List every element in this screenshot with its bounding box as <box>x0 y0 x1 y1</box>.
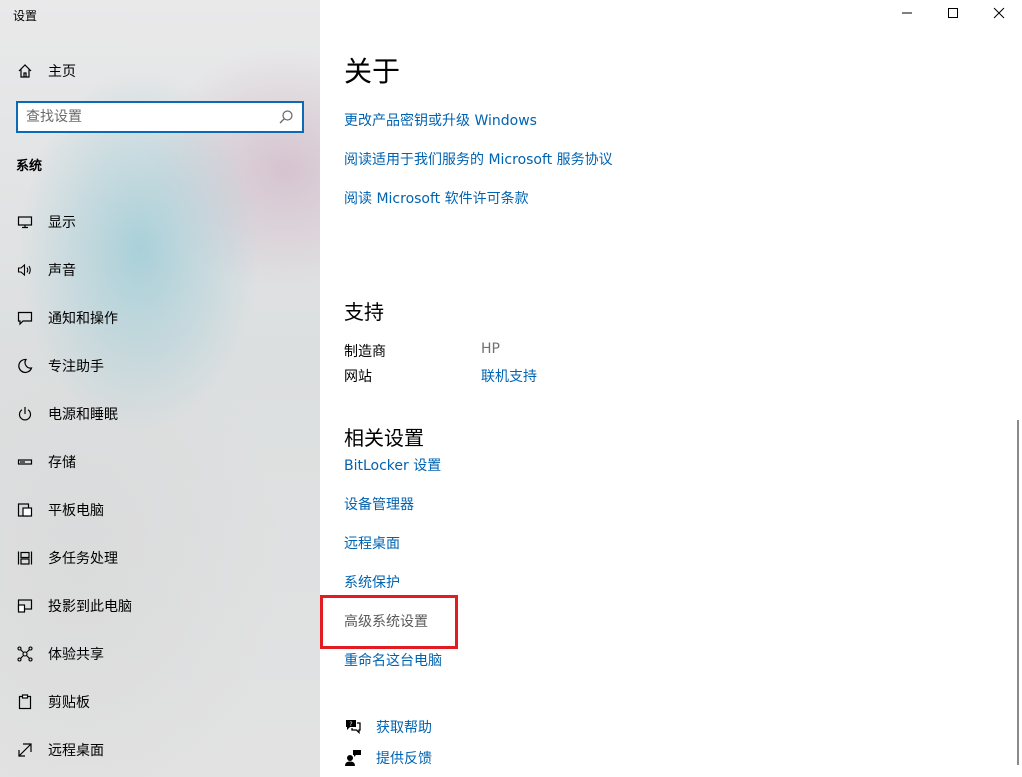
sidebar-item-label: 远程桌面 <box>48 743 104 759</box>
manufacturer-value: HP <box>481 341 500 357</box>
sidebar-item-label: 存储 <box>48 455 76 471</box>
sidebar-item-label: 通知和操作 <box>48 311 118 327</box>
bitlocker-settings-link[interactable]: BitLocker 设置 <box>344 455 441 475</box>
online-support-link[interactable]: 联机支持 <box>481 366 537 386</box>
sidebar-item-clipboard[interactable]: 剪贴板 <box>0 682 320 722</box>
moon-icon <box>16 357 34 375</box>
sidebar-item-sound[interactable]: 声音 <box>0 250 320 290</box>
tablet-icon <box>16 501 34 519</box>
get-help-label: 获取帮助 <box>376 720 432 736</box>
sidebar-item-label: 剪贴板 <box>48 695 90 711</box>
related-settings-heading: 相关设置 <box>344 426 424 450</box>
message-icon <box>16 309 34 327</box>
sidebar-item-label: 电源和睡眠 <box>48 407 118 423</box>
sidebar-item-display[interactable]: 显示 <box>0 202 320 242</box>
manufacturer-label: 制造商 <box>344 344 386 360</box>
multitask-icon <box>16 549 34 567</box>
search-icon[interactable] <box>278 109 294 125</box>
sidebar-item-label: 投影到此电脑 <box>48 599 132 615</box>
minimize-button[interactable] <box>884 0 930 30</box>
clipboard-icon <box>16 693 34 711</box>
help-chat-icon: ? <box>344 718 362 736</box>
power-icon <box>16 405 34 423</box>
sidebar-item-label: 平板电脑 <box>48 503 104 519</box>
support-heading: 支持 <box>344 300 384 324</box>
sidebar-item-notifications[interactable]: 通知和操作 <box>0 298 320 338</box>
rename-pc-link[interactable]: 重命名这台电脑 <box>344 650 442 670</box>
monitor-icon <box>16 213 34 231</box>
sidebar-item-label: 多任务处理 <box>48 551 118 567</box>
sidebar-item-storage[interactable]: 存储 <box>0 442 320 482</box>
section-title: 系统 <box>16 159 43 174</box>
speaker-icon <box>16 261 34 279</box>
remote-desktop-link[interactable]: 远程桌面 <box>344 533 400 553</box>
get-help-row[interactable]: ? 获取帮助 <box>344 716 432 738</box>
sidebar-item-label: 主页 <box>48 64 76 80</box>
sidebar-item-focus-assist[interactable]: 专注助手 <box>0 346 320 386</box>
highlight-box <box>320 595 458 649</box>
website-label: 网站 <box>344 369 372 385</box>
system-protection-link[interactable]: 系统保护 <box>344 572 400 592</box>
close-button[interactable] <box>976 0 1022 30</box>
page-title: 关于 <box>344 55 401 88</box>
sidebar-item-remote-desktop[interactable]: 远程桌面 <box>0 730 320 770</box>
feedback-label: 提供反馈 <box>376 751 432 767</box>
remote-icon <box>16 741 34 759</box>
sidebar-item-label: 专注助手 <box>48 359 104 375</box>
close-icon <box>993 7 1005 23</box>
sidebar-item-tablet[interactable]: 平板电脑 <box>0 490 320 530</box>
content-pane: 关于 更改产品密钥或升级 Windows 阅读适用于我们服务的 Microsof… <box>320 0 1022 777</box>
svg-text:?: ? <box>349 721 352 728</box>
feedback-row[interactable]: 提供反馈 <box>344 747 432 769</box>
search-input[interactable] <box>26 103 276 131</box>
sidebar-item-power[interactable]: 电源和睡眠 <box>0 394 320 434</box>
sidebar-item-project[interactable]: 投影到此电脑 <box>0 586 320 626</box>
feedback-person-icon <box>344 749 362 767</box>
sidebar-item-multitasking[interactable]: 多任务处理 <box>0 538 320 578</box>
sidebar-item-shared-experiences[interactable]: 体验共享 <box>0 634 320 674</box>
maximize-icon <box>947 7 959 23</box>
sidebar-item-label: 显示 <box>48 215 76 231</box>
project-icon <box>16 597 34 615</box>
home-icon <box>16 62 34 80</box>
search-box[interactable] <box>16 101 304 133</box>
sidebar-item-home[interactable]: 主页 <box>0 51 320 91</box>
license-terms-link[interactable]: 阅读 Microsoft 软件许可条款 <box>344 188 529 208</box>
minimize-icon <box>901 7 913 23</box>
sidebar: 设置 主页 系统 显示 声音 通知和操作 专注助手 <box>0 0 320 777</box>
scrollbar[interactable] <box>1017 420 1019 765</box>
maximize-button[interactable] <box>930 0 976 30</box>
sidebar-item-label: 声音 <box>48 263 76 279</box>
share-icon <box>16 645 34 663</box>
change-product-key-link[interactable]: 更改产品密钥或升级 Windows <box>344 110 537 130</box>
storage-icon <box>16 453 34 471</box>
app-title: 设置 <box>13 9 38 23</box>
sidebar-item-label: 体验共享 <box>48 647 104 663</box>
service-agreement-link[interactable]: 阅读适用于我们服务的 Microsoft 服务协议 <box>344 149 613 169</box>
device-manager-link[interactable]: 设备管理器 <box>344 494 414 514</box>
